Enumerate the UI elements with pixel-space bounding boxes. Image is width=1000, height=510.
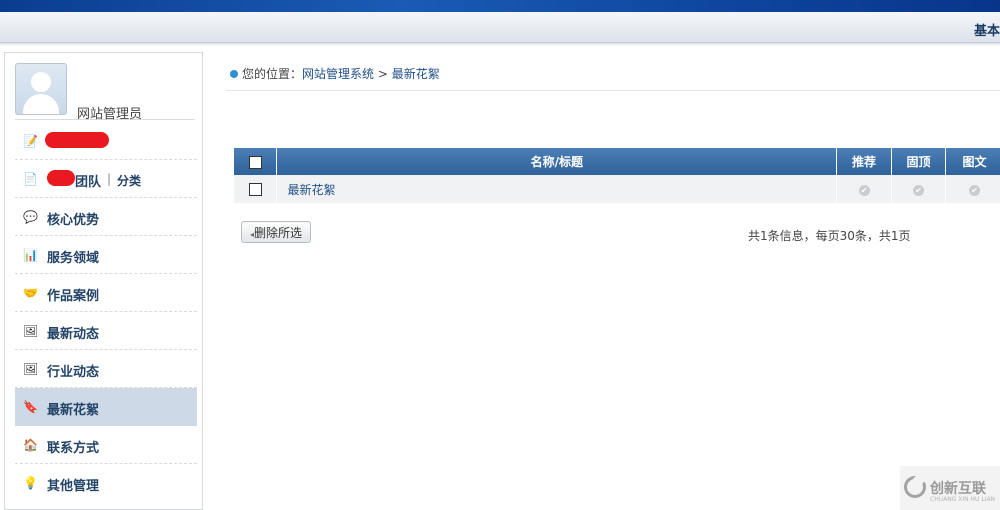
sidebar: 网站管理员 📝 📄 团队 | 分类 💬 核心优势 📊 服务领域 🤝 作品案例 �	[4, 52, 203, 510]
bar-chart-icon: 📊	[23, 248, 38, 262]
redaction-mark	[45, 132, 109, 148]
sidebar-item-other[interactable]: 💡 其他管理	[15, 464, 197, 501]
location-dot-icon	[230, 70, 238, 78]
sidebar-item-label: 服务领域	[47, 251, 100, 266]
redaction-mark	[47, 170, 75, 186]
sidebar-item-label: 行业动态	[47, 365, 100, 380]
watermark-logo-icon	[904, 476, 926, 498]
breadcrumb-prefix: 您的位置：	[242, 67, 303, 81]
document-icon: 📄	[23, 172, 38, 186]
user-name: 网站管理员	[77, 107, 143, 122]
header-title[interactable]: 基本	[974, 20, 1000, 39]
breadcrumb-current[interactable]: 最新花絮	[392, 67, 440, 81]
watermark-text: 创新互联	[930, 481, 986, 497]
sidebar-item-1[interactable]: 📝	[15, 122, 197, 160]
row-title-link[interactable]: 最新花絮	[277, 183, 335, 197]
content-table: 名称/标题 推荐 固顶 图文 最新花絮 ✔ ✔ ✔	[234, 148, 1000, 203]
image-icon: 🖼	[23, 362, 39, 376]
house-icon: 🏠	[23, 438, 38, 452]
sidebar-item-label: 核心优势	[47, 213, 100, 228]
sidebar-sub-link[interactable]: 分类	[117, 172, 141, 189]
image-icon: 🖼	[23, 324, 39, 338]
sidebar-item-label: 最新动态	[47, 327, 100, 342]
table-header-row: 名称/标题 推荐 固顶 图文	[234, 148, 1000, 175]
avatar-body	[23, 94, 59, 114]
header-shadow	[0, 43, 1000, 46]
sidebar-item-portfolio[interactable]: 🤝 作品案例	[15, 274, 197, 312]
sidebar-item-latest-news[interactable]: 🖼 最新动态	[15, 312, 197, 350]
sidebar-item-label: 其他管理	[47, 479, 100, 494]
sidebar-item-team[interactable]: 📄 团队 | 分类	[15, 160, 197, 198]
column-pinned[interactable]: 固顶	[891, 148, 947, 175]
sidebar-item-label: 作品案例	[47, 289, 100, 304]
breadcrumb: 您的位置：网站管理系统 > 最新花絮	[230, 65, 440, 82]
delete-selected-button[interactable]: ◂删除所选	[241, 221, 312, 243]
row-recommend-cell: ✔	[836, 175, 893, 203]
user-panel: 网站管理员	[15, 63, 195, 122]
sidebar-item-industry-news[interactable]: 🖼 行业动态	[15, 350, 197, 388]
top-banner	[0, 0, 1000, 12]
breadcrumb-divider	[226, 90, 1000, 91]
separator: |	[107, 172, 112, 186]
sidebar-item-service-area[interactable]: 📊 服务领域	[15, 236, 197, 274]
avatar-head	[31, 72, 51, 92]
sidebar-item-core-advantage[interactable]: 💬 核心优势	[15, 198, 197, 236]
breadcrumb-separator: >	[377, 67, 388, 81]
select-all-checkbox[interactable]	[248, 155, 262, 169]
lightbulb-icon: 💡	[23, 476, 38, 490]
row-select-cell	[234, 175, 278, 203]
sidebar-item-label: 团队	[75, 175, 102, 190]
handshake-icon: 🤝	[23, 286, 38, 300]
row-title-cell: 最新花絮	[276, 175, 838, 203]
sidebar-item-highlights[interactable]: 🔖 最新花絮	[15, 388, 197, 426]
check-icon[interactable]: ✔	[858, 185, 870, 196]
delete-selected-label: 删除所选	[254, 226, 303, 240]
sidebar-item-label: 联系方式	[47, 441, 100, 456]
check-icon[interactable]: ✔	[969, 185, 980, 196]
watermark-subtext: CHUANG XIN HU LIAN	[930, 496, 996, 503]
sidebar-item-label: 最新花絮	[47, 403, 100, 418]
select-all-cell	[234, 148, 278, 175]
bookmark-icon: 🔖	[23, 400, 38, 414]
row-image-text-cell: ✔	[945, 175, 1000, 203]
check-icon[interactable]: ✔	[913, 185, 925, 196]
column-title[interactable]: 名称/标题	[276, 148, 838, 175]
chat-icon: 💬	[23, 210, 38, 224]
sidebar-menu: 📝 📄 团队 | 分类 💬 核心优势 📊 服务领域 🤝 作品案例 🖼 最新动态	[15, 122, 197, 501]
watermark: 创新互联 CHUANG XIN HU LIAN	[900, 466, 1000, 510]
sidebar-item-contact[interactable]: 🏠 联系方式	[15, 426, 197, 464]
edit-icon: 📝	[23, 134, 38, 148]
pagination-info: 共1条信息，每页30条，共1页	[748, 229, 911, 243]
row-checkbox[interactable]	[248, 183, 262, 196]
avatar	[15, 63, 67, 115]
column-recommend[interactable]: 推荐	[836, 148, 893, 175]
column-image-text[interactable]: 图文	[945, 148, 1000, 175]
breadcrumb-root-link[interactable]: 网站管理系统	[302, 67, 374, 81]
table-row: 最新花絮 ✔ ✔ ✔	[234, 175, 1000, 203]
sub-header: 基本	[0, 12, 1000, 43]
row-pinned-cell: ✔	[891, 175, 947, 203]
